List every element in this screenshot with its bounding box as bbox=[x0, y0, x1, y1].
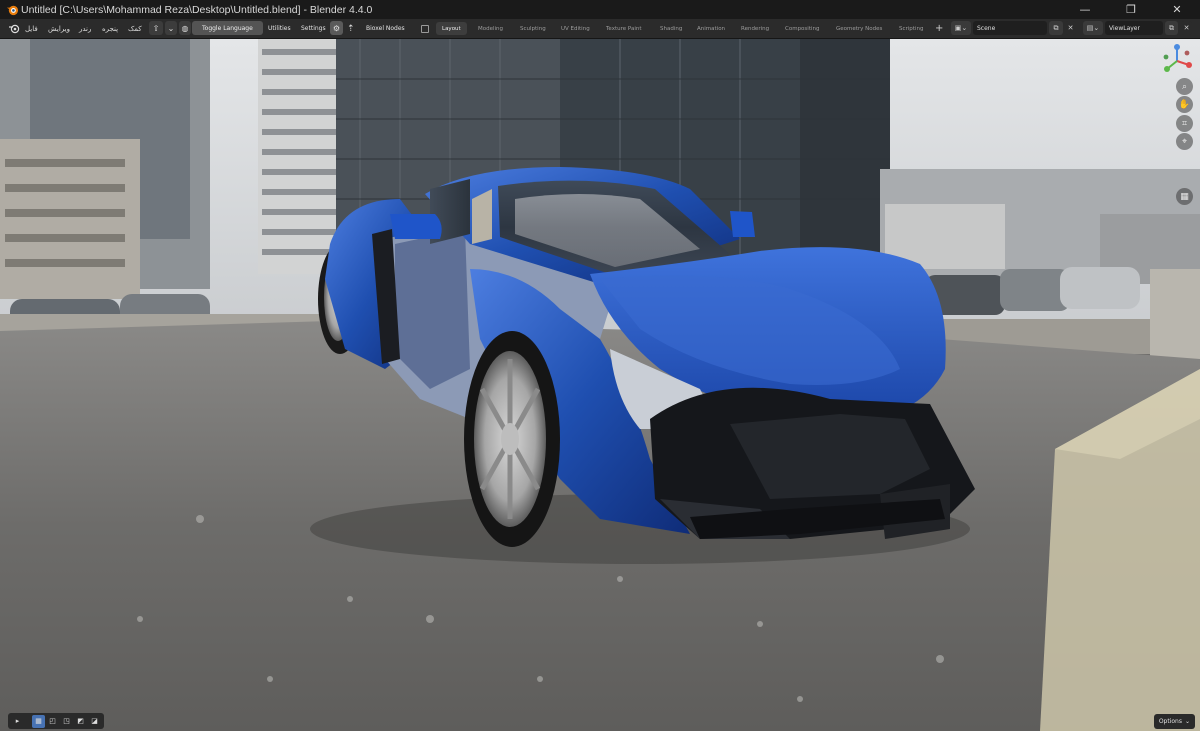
scene-field[interactable]: Scene bbox=[973, 21, 1047, 35]
select-subtract-icon[interactable]: ◳ bbox=[60, 715, 73, 728]
tab-animation[interactable]: Animation bbox=[697, 19, 725, 38]
cursor-tool-icon[interactable]: ▸ bbox=[11, 715, 24, 728]
grid-perspective-icon[interactable]: ⌖ bbox=[1176, 133, 1193, 150]
options-label: Options bbox=[1158, 718, 1182, 725]
select-box-icon[interactable]: ▦ bbox=[32, 714, 45, 728]
tab-shading[interactable]: Shading bbox=[660, 19, 682, 38]
menu-render[interactable]: رندر bbox=[79, 19, 91, 38]
camera-view-icon[interactable]: ⌗ bbox=[1176, 115, 1193, 132]
select-extend-icon[interactable]: ◰ bbox=[46, 715, 59, 728]
tab-modeling[interactable]: Modeling bbox=[478, 19, 503, 38]
tab-sculpting[interactable]: Sculpting bbox=[520, 19, 546, 38]
maximize-button[interactable]: ❐ bbox=[1108, 0, 1154, 19]
tab-texture-paint[interactable]: Texture Paint bbox=[606, 19, 642, 38]
upload-arrow-icon[interactable]: ⇡ bbox=[347, 19, 357, 38]
bioxel-nodes-button[interactable]: Bioxel Nodes bbox=[366, 19, 405, 38]
tab-geometry-nodes[interactable]: Geometry Nodes bbox=[836, 19, 882, 38]
hand-pan-icon[interactable]: ✋ bbox=[1176, 96, 1193, 113]
new-view-layer-icon[interactable]: ⧉ bbox=[1165, 21, 1178, 35]
menu-file[interactable]: فایل bbox=[25, 19, 38, 38]
3d-viewport[interactable]: ⌕ ✋ ⌗ ⌖ ▦ ▸ ▦ ◰ ◳ ◩ ◪ Options ⌄ bbox=[0, 39, 1200, 731]
toggle-language-button[interactable]: Toggle Language bbox=[192, 21, 263, 35]
options-button[interactable]: Options ⌄ bbox=[1153, 714, 1195, 729]
tab-compositing[interactable]: Compositing bbox=[785, 19, 819, 38]
select-invert-icon[interactable]: ◩ bbox=[74, 715, 87, 728]
add-workspace-button[interactable]: + bbox=[935, 19, 943, 38]
remove-view-layer-icon[interactable]: ✕ bbox=[1181, 21, 1192, 35]
tab-layout[interactable]: Layout bbox=[436, 22, 467, 35]
utilities-button[interactable]: Utilities bbox=[268, 19, 291, 38]
minimize-button[interactable]: — bbox=[1062, 0, 1108, 19]
globe-icon[interactable]: ◍ bbox=[179, 21, 191, 35]
view-layer-name: ViewLayer bbox=[1109, 24, 1140, 32]
view-layer-field[interactable]: ViewLayer bbox=[1105, 21, 1163, 35]
scene-selector-icon[interactable]: ▣⌄ bbox=[951, 21, 971, 35]
blender-top-bar: فایل ویرایش رندر پنجره کمک ⇧ ⌄ ◍ Toggle … bbox=[0, 19, 1200, 39]
upload-icon[interactable]: ⇧ bbox=[149, 21, 163, 35]
menu-edit[interactable]: ویرایش bbox=[48, 19, 70, 38]
view-layout-icon[interactable]: ▦ bbox=[1176, 188, 1193, 205]
tab-scripting[interactable]: Scripting bbox=[899, 19, 923, 38]
chevron-down-icon: ⌄ bbox=[1184, 718, 1190, 725]
new-scene-icon[interactable]: ⧉ bbox=[1049, 21, 1063, 35]
close-button[interactable]: ✕ bbox=[1154, 0, 1200, 19]
window-title-bar: Untitled [C:\Users\Mohammad Reza\Desktop… bbox=[0, 0, 1200, 19]
menu-help[interactable]: کمک bbox=[128, 19, 142, 38]
checkbox-icon[interactable] bbox=[421, 19, 429, 38]
remove-scene-icon[interactable]: ✕ bbox=[1065, 21, 1076, 35]
blender-logo-icon bbox=[6, 5, 19, 16]
window-title: Untitled [C:\Users\Mohammad Reza\Desktop… bbox=[21, 3, 373, 16]
tab-rendering[interactable]: Rendering bbox=[741, 19, 769, 38]
scene-name: Scene bbox=[977, 24, 996, 32]
menu-window[interactable]: پنجره bbox=[102, 19, 118, 38]
viewport-render bbox=[0, 39, 1200, 731]
zoom-icon[interactable]: ⌕ bbox=[1176, 78, 1193, 95]
selection-mode-bar: ▸ ▦ ◰ ◳ ◩ ◪ bbox=[8, 713, 104, 729]
tab-uv-editing[interactable]: UV Editing bbox=[561, 19, 590, 38]
axis-gizmo-icon[interactable] bbox=[1161, 43, 1193, 79]
settings-button[interactable]: Settings bbox=[301, 19, 326, 38]
view-layer-selector-icon[interactable]: ▤⌄ bbox=[1083, 21, 1103, 35]
blender-menu-icon[interactable] bbox=[8, 19, 20, 38]
select-intersect-icon[interactable]: ◪ bbox=[88, 715, 101, 728]
chevron-down-icon[interactable]: ⌄ bbox=[165, 21, 177, 35]
gear-icon[interactable]: ⚙ bbox=[330, 21, 343, 35]
